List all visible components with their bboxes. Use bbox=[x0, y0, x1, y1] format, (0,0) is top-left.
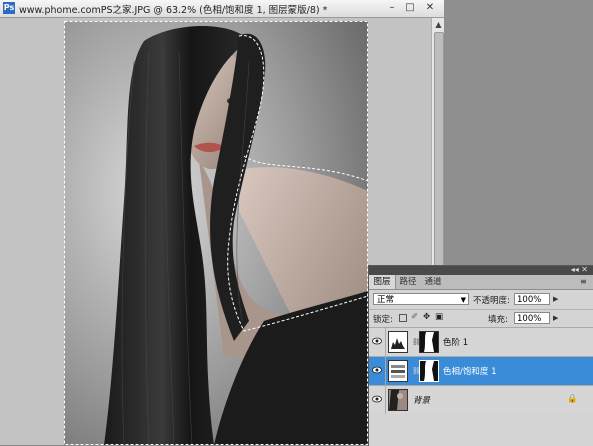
hue-saturation-adjustment-icon bbox=[388, 360, 408, 382]
blend-mode-value: 正常 bbox=[377, 295, 395, 305]
lock-label: 锁定: bbox=[373, 315, 393, 325]
canvas-area[interactable] bbox=[0, 18, 431, 445]
fill-dropdown-icon[interactable]: ▶ bbox=[553, 314, 558, 322]
photo-canvas[interactable] bbox=[64, 21, 368, 445]
visibility-toggle[interactable] bbox=[369, 386, 386, 414]
lock-all-icon[interactable]: ▣ bbox=[435, 312, 443, 322]
document-title-bar[interactable]: Ps www.phome.comPS之家.JPG @ 63.2% (色相/饱和度… bbox=[0, 0, 444, 18]
visibility-toggle[interactable] bbox=[369, 357, 386, 385]
tab-channels[interactable]: 通道 bbox=[421, 275, 445, 289]
tab-layers[interactable]: 图层 bbox=[369, 275, 396, 289]
layer-mask-thumbnail[interactable] bbox=[419, 360, 439, 382]
fill-label: 填充: bbox=[488, 315, 508, 325]
lock-transparent-icon[interactable] bbox=[399, 314, 407, 322]
photoshop-doc-icon: Ps bbox=[3, 2, 15, 14]
layer-row-hue-saturation[interactable]: ⛓ 色相/饱和度 1 bbox=[369, 356, 593, 385]
eye-icon bbox=[372, 366, 382, 374]
opacity-dropdown-icon[interactable]: ▶ bbox=[553, 295, 558, 303]
layer-name: 背景 bbox=[413, 396, 431, 406]
blend-mode-select[interactable]: 正常 ▼ bbox=[373, 293, 469, 305]
background-layer-thumbnail bbox=[388, 389, 408, 411]
blend-opacity-row: 正常 ▼ 不透明度: 100% ▶ bbox=[369, 291, 593, 307]
eye-icon bbox=[372, 337, 382, 345]
panel-tabs: 图层 路径 通道 ≡ bbox=[369, 275, 593, 290]
close-button[interactable]: ✕ bbox=[424, 2, 436, 14]
document-title: www.phome.comPS之家.JPG @ 63.2% (色相/饱和度 1,… bbox=[19, 5, 328, 16]
layer-row-background[interactable]: 背景 🔒 bbox=[369, 385, 593, 414]
lock-paint-icon[interactable]: ✐ bbox=[411, 312, 418, 322]
layer-name: 色相/饱和度 1 bbox=[443, 367, 497, 377]
tab-paths[interactable]: 路径 bbox=[396, 275, 420, 289]
layer-row-levels[interactable]: ⛓ 色阶 1 bbox=[369, 327, 593, 356]
eye-icon bbox=[372, 395, 382, 403]
fill-input[interactable]: 100% bbox=[514, 312, 550, 324]
minimize-button[interactable]: – bbox=[386, 2, 398, 14]
visibility-toggle[interactable] bbox=[369, 328, 386, 356]
lock-move-icon[interactable]: ✥ bbox=[423, 312, 430, 322]
lock-icon: 🔒 bbox=[567, 394, 578, 404]
panel-collapse-icon[interactable]: ◂◂ ✕ bbox=[571, 265, 588, 274]
opacity-input[interactable]: 100% bbox=[514, 293, 550, 305]
workspace-background bbox=[444, 0, 593, 265]
portrait-image bbox=[64, 21, 368, 445]
panel-header-strip[interactable]: ◂◂ ✕ bbox=[369, 265, 593, 275]
scrollbar-thumb[interactable] bbox=[434, 32, 444, 282]
chevron-down-icon: ▼ bbox=[460, 296, 466, 304]
panel-menu-icon[interactable]: ≡ bbox=[580, 277, 590, 286]
maximize-button[interactable]: □ bbox=[404, 2, 416, 14]
layer-name: 色阶 1 bbox=[443, 338, 469, 348]
levels-adjustment-icon bbox=[388, 331, 408, 353]
layers-panel: ◂◂ ✕ 图层 路径 通道 ≡ 正常 ▼ 不透明度: 100% ▶ 锁定: ✐ … bbox=[368, 265, 593, 446]
layer-mask-thumbnail[interactable] bbox=[419, 331, 439, 353]
lock-fill-row: 锁定: ✐ ✥ ▣ 填充: 100% ▶ bbox=[369, 309, 593, 326]
opacity-label: 不透明度: bbox=[473, 296, 510, 306]
